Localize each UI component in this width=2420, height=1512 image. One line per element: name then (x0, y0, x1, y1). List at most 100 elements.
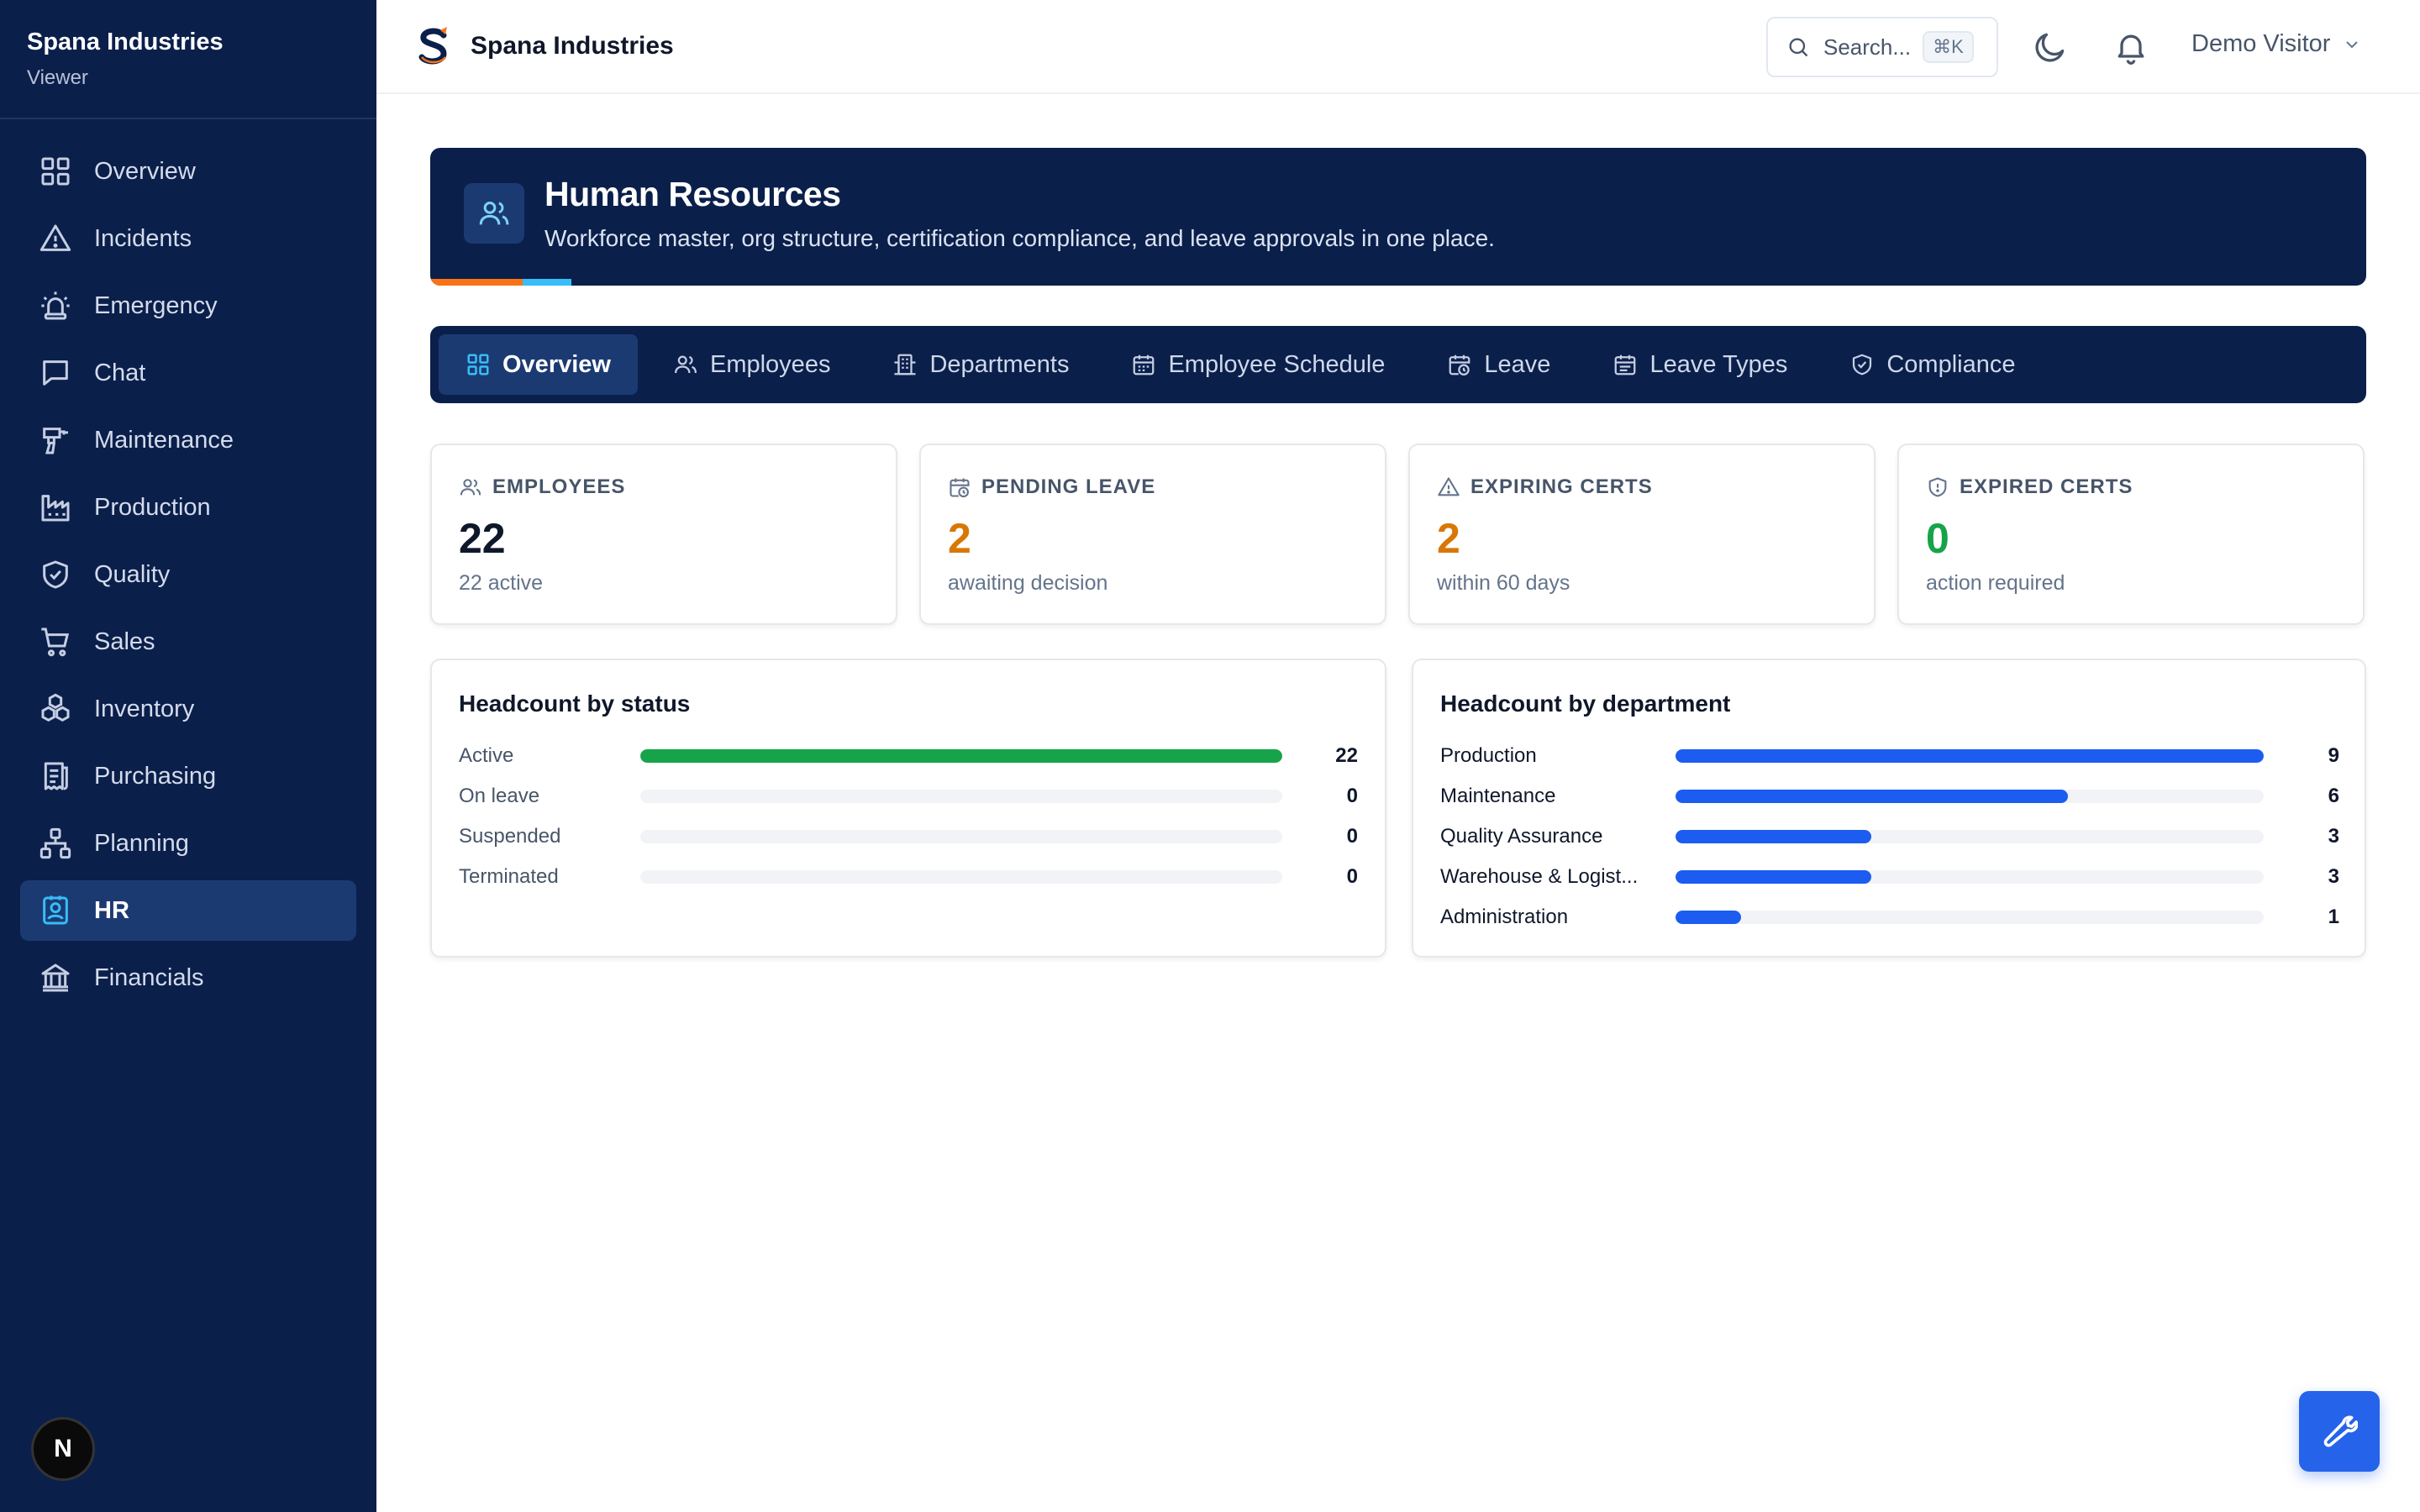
sidebar-item-hr[interactable]: HR (20, 880, 356, 941)
bar-row: Active 22 (459, 741, 1358, 771)
bank-icon (39, 961, 72, 995)
kpi-value: 0 (1926, 515, 1949, 562)
bar-label: Terminated (459, 865, 559, 888)
framework-badge[interactable]: N (34, 1420, 92, 1478)
bar-row: Maintenance 6 (1440, 781, 2339, 811)
tab-label: Compliance (1886, 350, 2016, 378)
sidebar-item-label: HR (94, 896, 129, 924)
bar-track (640, 790, 1282, 803)
bar-track (1676, 830, 2264, 843)
bar-count: 3 (2328, 865, 2339, 888)
sidebar-item-label: Quality (94, 560, 171, 588)
bar-track (640, 830, 1282, 843)
users-icon (673, 352, 698, 377)
bar-row: Warehouse & Logist... 3 (1440, 862, 2339, 892)
panel-title: Headcount by department (1440, 690, 1731, 717)
bar-label: Suspended (459, 825, 561, 848)
search-shortcut: ⌘K (1923, 31, 1974, 63)
bar-count: 0 (1346, 785, 1358, 807)
bar-track (1676, 870, 2264, 884)
calendar-icon (1131, 352, 1156, 377)
drill-icon (39, 423, 72, 457)
sidebar-item-purchasing[interactable]: Purchasing (20, 746, 356, 806)
sidebar-item-label: Sales (94, 627, 155, 655)
tab-label: Employees (709, 350, 831, 378)
factory-icon (39, 491, 72, 524)
tools-button[interactable] (2299, 1391, 2380, 1472)
tab-label: Employee Schedule (1168, 350, 1386, 378)
theme-toggle-button[interactable] (2032, 29, 2069, 66)
sidebar-item-maintenance[interactable]: Maintenance (20, 410, 356, 470)
bar-track (640, 749, 1282, 763)
tab-compliance[interactable]: Compliance (1823, 334, 2042, 395)
kpi-label: EXPIRED CERTS (1926, 475, 2133, 499)
kpi-card-employees: EMPLOYEES 22 22 active (430, 444, 897, 625)
bar-count: 3 (2328, 825, 2339, 848)
calendar-clock-icon (1447, 352, 1472, 377)
boxes-icon (39, 692, 72, 726)
search-box[interactable]: Search... ⌘K (1766, 17, 1998, 77)
headcount-by-department-panel: Headcount by department Production 9 Maint… (1412, 659, 2366, 958)
tab-label: Leave (1484, 350, 1551, 378)
bar-label: Active (459, 744, 514, 767)
accent-stripe-blue (523, 279, 571, 286)
kpi-subtext: 22 active (459, 571, 544, 595)
warning-triangle-icon (39, 222, 72, 255)
tab-label: Departments (929, 350, 1070, 378)
sidebar-item-production[interactable]: Production (20, 477, 356, 538)
tab-leave[interactable]: Leave (1420, 334, 1577, 395)
sidebar-item-sales[interactable]: Sales (20, 612, 356, 672)
wrench-icon (2321, 1413, 2358, 1450)
header-title: Spana Industries (471, 32, 674, 60)
bar-label: Warehouse & Logist... (1440, 865, 1639, 888)
user-name: Demo Visitor (2191, 30, 2331, 57)
sidebar-item-label: Production (94, 493, 211, 521)
user-role: Viewer (27, 66, 88, 89)
tab-departments[interactable]: Departments (865, 334, 1096, 395)
tab-employees[interactable]: Employees (646, 334, 857, 395)
bar-count: 0 (1346, 825, 1358, 848)
tab-employee-schedule[interactable]: Employee Schedule (1104, 334, 1412, 395)
sidebar-item-label: Overview (94, 157, 196, 185)
bar-label: On leave (459, 785, 540, 807)
page-banner: Human Resources Workforce master, org st… (430, 148, 2366, 286)
sidebar-item-planning[interactable]: Planning (20, 813, 356, 874)
calendar-list-icon (1612, 352, 1638, 377)
shield-check-icon (1849, 352, 1875, 377)
users-icon (459, 475, 482, 499)
kpi-card-expiring-certs: EXPIRING CERTS 2 within 60 days (1408, 444, 1876, 625)
sidebar-item-label: Maintenance (94, 426, 234, 454)
sidebar-item-financials[interactable]: Financials (20, 948, 356, 1008)
kpi-subtext: awaiting decision (948, 571, 1108, 595)
search-icon (1786, 35, 1810, 59)
kpi-label-text: EXPIRED CERTS (1960, 475, 2133, 498)
contact-card-icon (39, 894, 72, 927)
user-menu[interactable]: Demo Visitor (2191, 30, 2362, 58)
sidebar-item-quality[interactable]: Quality (20, 544, 356, 605)
bar-fill (1676, 790, 2068, 803)
bar-row: Quality Assurance 3 (1440, 822, 2339, 852)
tab-leave-types[interactable]: Leave Types (1586, 334, 1814, 395)
sidebar-item-incidents[interactable]: Incidents (20, 208, 356, 269)
tab-label: Leave Types (1649, 350, 1788, 378)
building-icon (892, 352, 918, 377)
kpi-card-expired-certs: EXPIRED CERTS 0 action required (1897, 444, 2365, 625)
kpi-value: 2 (948, 515, 971, 562)
sidebar-item-chat[interactable]: Chat (20, 343, 356, 403)
bar-track (1676, 790, 2264, 803)
tab-overview[interactable]: Overview (439, 334, 638, 395)
sidebar-item-label: Inventory (94, 695, 195, 722)
sidebar-item-overview[interactable]: Overview (20, 141, 356, 202)
brand-name: Spana Industries (27, 29, 224, 55)
kpi-label: EMPLOYEES (459, 475, 625, 499)
kpi-subtext: action required (1926, 571, 2065, 595)
notifications-button[interactable] (2112, 29, 2149, 66)
bar-row: Suspended 0 (459, 822, 1358, 852)
calendar-clock-icon (948, 475, 971, 499)
sidebar-item-inventory[interactable]: Inventory (20, 679, 356, 739)
warning-triangle-icon (1437, 475, 1460, 499)
kpi-label-text: EXPIRING CERTS (1470, 475, 1653, 498)
shield-alert-icon (1926, 475, 1949, 499)
sidebar-nav: Overview Incidents Emergency Chat Mainte… (0, 119, 376, 1008)
sidebar-item-emergency[interactable]: Emergency (20, 276, 356, 336)
